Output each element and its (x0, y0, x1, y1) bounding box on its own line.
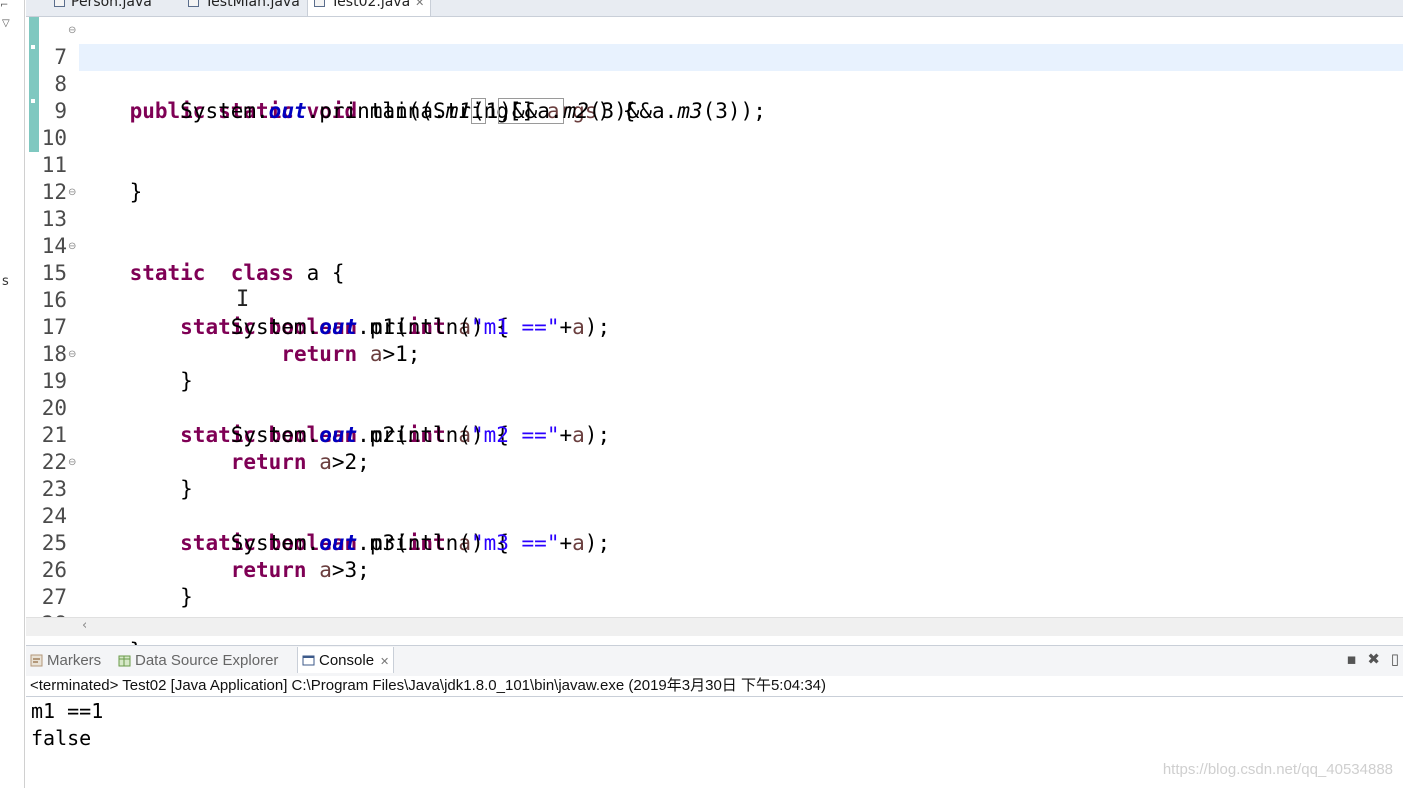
console-status-line: <terminated> Test02 [Java Application] C… (26, 676, 1403, 697)
markers-icon (30, 654, 43, 667)
tab-console[interactable]: Console ✕ (297, 647, 395, 673)
view-tab-bar: Markers Data Source Explorer Console ✕ ▪ … (26, 645, 1403, 676)
text-cursor-icon: I (236, 287, 250, 312)
horizontal-scrollbar[interactable]: ‹ (26, 617, 1403, 636)
code-line: 23 ⊖ static boolean m3(int a) { (26, 449, 1403, 555)
tab-markers[interactable]: Markers (30, 652, 101, 669)
java-file-icon (54, 0, 65, 7)
tab-label: Test02.java (331, 0, 411, 10)
fold-collapse-icon[interactable]: ⊖ (68, 449, 76, 476)
code-line: 24 System.out.println("m3 =="+a); (26, 476, 1403, 555)
console-status-text: <terminated> Test02 [Java Application] C… (30, 677, 826, 694)
code-line: 14 (26, 206, 1403, 258)
fold-collapse-icon[interactable]: ⊖ (68, 17, 76, 44)
tick-icon: ⌐ (0, 0, 9, 11)
java-file-icon (314, 0, 325, 7)
code-line: 8 System.out.println(a.m1(1)&&a.m2(3)&&a… (26, 44, 1403, 124)
tab-label: Person.java (71, 0, 152, 10)
code-line: 27 (26, 557, 1403, 609)
fold-collapse-icon[interactable]: ⊖ (68, 179, 76, 206)
console-icon (302, 655, 315, 666)
fold-collapse-icon[interactable]: ⊖ (68, 233, 76, 260)
database-icon (118, 655, 131, 667)
java-file-icon (188, 0, 199, 7)
view-menu-icon[interactable]: ▯ (1391, 650, 1399, 668)
tab-label: Data Source Explorer (135, 652, 279, 669)
console-output-line: false (31, 726, 92, 750)
fold-collapse-icon[interactable]: ⊖ (68, 341, 76, 368)
code-line: 7 ⊖ public static void main(String[] arg… (26, 17, 1403, 123)
code-line: 17 return a>1; (26, 287, 1403, 366)
code-line: 10 (26, 98, 1403, 150)
tab-testmian-java[interactable]: TestMian.java (182, 0, 306, 16)
code-line: 11 } (26, 125, 1403, 204)
editor-tab-bar: Person.java TestMian.java Test02.java ✕ (26, 0, 1403, 17)
tab-test02-java[interactable]: Test02.java ✕ (307, 0, 432, 16)
close-icon[interactable]: ✕ (415, 0, 424, 9)
code-line: 18 } (26, 314, 1403, 393)
minimize-icon[interactable]: ▪ (1346, 650, 1356, 668)
code-line: 15 ⊖ static boolean m1(int a) { (26, 233, 1403, 339)
code-line: 22 } (26, 422, 1403, 501)
console-output-line: m1 ==1 (31, 699, 104, 723)
tab-label: Markers (47, 652, 102, 669)
tab-data-source-explorer[interactable]: Data Source Explorer (118, 652, 278, 669)
tab-label: TestMian.java (205, 0, 300, 10)
package-explorer-strip: ⌐ ▽ s (0, 0, 25, 788)
code-line: 20 System.out.println("m2 =="+a); (26, 368, 1403, 447)
chevron-down-icon[interactable]: ▽ (2, 18, 10, 29)
code-line: 9 (26, 71, 1403, 123)
code-line: 19 ⊖ static boolean m2(int a) { (26, 341, 1403, 447)
code-line: 25 return a>3; (26, 503, 1403, 582)
code-line: 26 } (26, 530, 1403, 609)
close-icon[interactable]: ✕ (380, 656, 389, 668)
code-line: 21 return a>2; (26, 395, 1403, 474)
code-line: 13 ⊖ static class a { (26, 179, 1403, 285)
code-line: 16 System.out.println("m1 =="+a); (26, 260, 1403, 339)
close-all-icon[interactable]: ✖ (1367, 650, 1380, 668)
tab-label: Console (319, 652, 375, 669)
console-output[interactable]: m1 ==1 false https://blog.csdn.net/qq_40… (26, 697, 1403, 788)
view-toolbar: ▪ ✖ ▯ (1340, 650, 1399, 668)
code-editor[interactable]: 7 ⊖ public static void main(String[] arg… (26, 17, 1403, 663)
code-line: 28 } (26, 584, 1403, 663)
scroll-left-icon[interactable]: ‹ (82, 618, 87, 633)
watermark: https://blog.csdn.net/qq_40534888 (1162, 761, 1393, 778)
tab-person-java[interactable]: Person.java (48, 0, 158, 16)
panel-label-fragment: s (2, 274, 9, 289)
code-line: 12 (26, 152, 1403, 204)
